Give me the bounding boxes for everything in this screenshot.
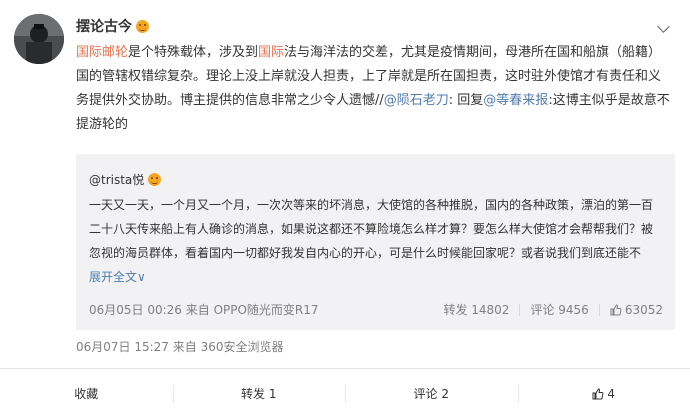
quoted-post: @trista悦 一天又一天，一个月又一个月，一次次等来的坏消息，大使馆的各种推… xyxy=(76,154,675,330)
divider xyxy=(599,304,600,316)
quoted-stats: 转发 14802 评论 9456 63052 xyxy=(443,301,663,318)
like-count: 4 xyxy=(607,387,615,401)
expand-full-text-link[interactable]: 展开全文∨ xyxy=(89,270,146,284)
chevron-down-icon: ∨ xyxy=(137,270,146,284)
repost-button[interactable]: 转发 1 xyxy=(173,369,346,418)
expand-label[interactable]: 展开全文 xyxy=(89,270,137,284)
quoted-author[interactable]: @trista悦 xyxy=(89,171,161,188)
topic-highlight[interactable]: 国际 xyxy=(258,45,284,60)
smile-emoji-icon xyxy=(136,20,149,33)
post-text: : 回复 xyxy=(449,93,484,108)
avatar[interactable] xyxy=(14,14,64,64)
collect-button[interactable]: 收藏 xyxy=(0,369,173,418)
quoted-body: 一天又一天，一个月又一个月，一次次等来的坏消息，大使馆的各种推脱，国内的各种政策… xyxy=(89,193,663,289)
action-bar: 收藏 转发 1 评论 2 4 xyxy=(0,368,690,418)
mention-link[interactable]: @等春来报 xyxy=(483,93,548,108)
author-name[interactable]: 摆论古今 xyxy=(76,19,132,35)
chevron-down-icon[interactable] xyxy=(657,20,670,33)
thumbs-up-icon xyxy=(592,388,604,400)
repost-label: 转发 1 xyxy=(241,385,276,402)
mention-link[interactable]: @陨石老刀 xyxy=(384,93,449,108)
quoted-repost-count[interactable]: 转发 14802 xyxy=(443,301,509,318)
post-text: 是个特殊载体，涉及到 xyxy=(128,45,258,60)
quoted-timestamp[interactable]: 06月05日 00:26 来自 OPPO随光而变R17 xyxy=(89,301,319,318)
thumbs-up-icon xyxy=(610,304,622,316)
smile-emoji-icon xyxy=(148,173,161,186)
quoted-like-count: 63052 xyxy=(625,303,663,317)
post-timestamp[interactable]: 06月07日 15:27 来自 360安全浏览器 xyxy=(76,338,283,355)
divider xyxy=(519,304,520,316)
avatar-image xyxy=(14,14,64,64)
quoted-comment-count[interactable]: 评论 9456 xyxy=(530,301,588,318)
weibo-post-card: 摆论古今 国际邮轮是个特殊载体，涉及到国际法与海洋法的交差，尤其是疫情期间，母港… xyxy=(0,0,690,417)
post-body: 国际邮轮是个特殊载体，涉及到国际法与海洋法的交差，尤其是疫情期间，母港所在国和船… xyxy=(76,41,670,137)
like-button[interactable]: 4 xyxy=(518,369,690,418)
topic-highlight[interactable]: 国际邮轮 xyxy=(76,45,128,60)
comment-button[interactable]: 评论 2 xyxy=(345,369,518,418)
collect-label: 收藏 xyxy=(74,385,98,402)
post-author[interactable]: 摆论古今 xyxy=(76,16,149,36)
quoted-author-name[interactable]: @trista悦 xyxy=(89,173,144,187)
quoted-text: 一天又一天，一个月又一个月，一次次等来的坏消息，大使馆的各种推脱，国内的各种政策… xyxy=(89,198,653,260)
comment-label: 评论 2 xyxy=(414,385,449,402)
quoted-like-button[interactable]: 63052 xyxy=(610,303,663,317)
